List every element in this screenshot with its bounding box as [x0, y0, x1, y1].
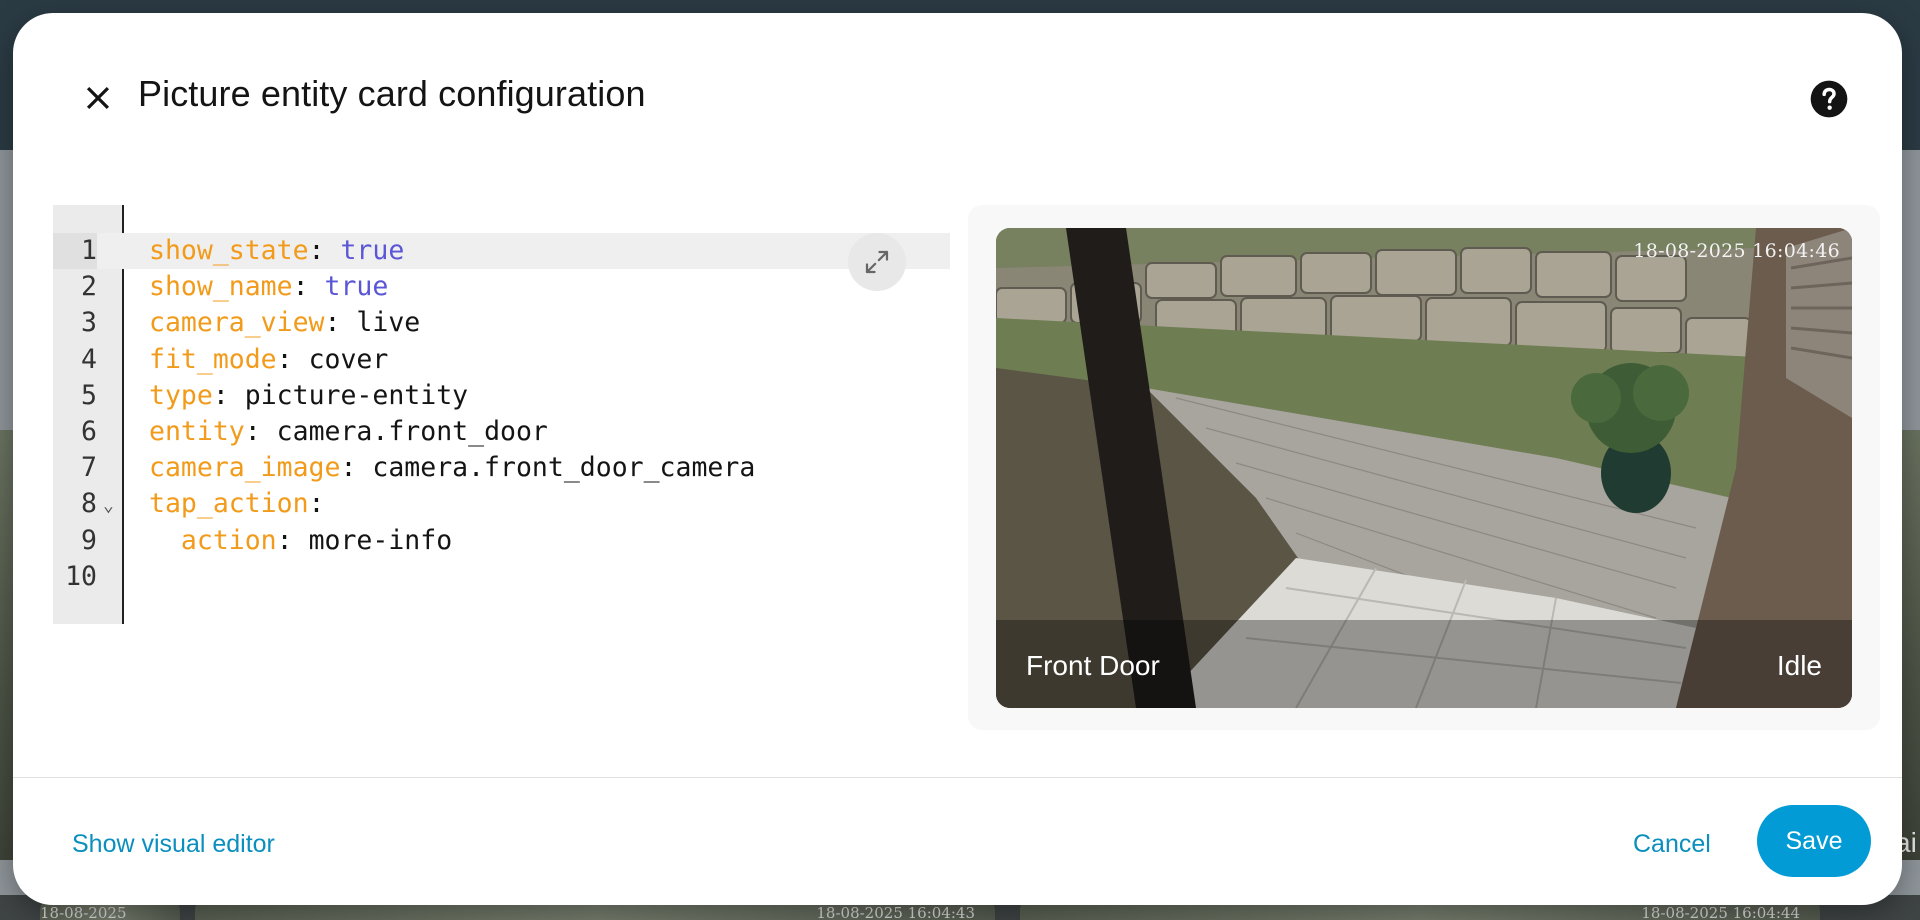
- line-number: 10: [65, 560, 97, 592]
- camera-timestamp: 18-08-2025 16:04:46: [1633, 240, 1840, 262]
- yaml-separator: :: [308, 488, 325, 520]
- picture-entity-card-preview[interactable]: 18-08-2025 16:04:46 Front Door Idle: [996, 228, 1852, 708]
- card-footer: Front Door Idle: [996, 620, 1852, 708]
- yaml-key: action: [149, 524, 277, 556]
- code-text: entity: camera.front_door: [149, 414, 548, 450]
- code-text: camera_view: live: [149, 305, 420, 341]
- thumb-timestamp: 18-08-2025 16:04:43: [816, 904, 975, 920]
- yaml-key: camera_image: [149, 452, 341, 484]
- yaml-key: type: [149, 379, 213, 411]
- yaml-key: entity: [149, 415, 245, 447]
- yaml-separator: :: [340, 452, 373, 484]
- code-line[interactable]: 3 camera_view: live: [53, 305, 950, 341]
- code-line[interactable]: 2 show_name: true: [53, 269, 950, 305]
- code-text: action: more-info: [149, 523, 452, 559]
- yaml-separator: :: [324, 307, 357, 339]
- yaml-separator: :: [276, 524, 309, 556]
- dialog-title: Picture entity card configuration: [138, 73, 646, 114]
- yaml-key: show_state: [149, 235, 309, 266]
- line-number: 5: [81, 379, 97, 411]
- code-text: fit_mode: cover: [149, 342, 388, 378]
- yaml-value: camera.front_door: [276, 415, 548, 447]
- fullscreen-editor-button[interactable]: [848, 233, 906, 291]
- line-number: 6: [81, 415, 97, 447]
- code-text: type: picture-entity: [149, 378, 468, 414]
- expand-icon: [865, 250, 889, 274]
- chevron-down-icon[interactable]: ⌄: [103, 486, 114, 526]
- yaml-separator: :: [308, 235, 341, 266]
- line-number: 2: [81, 271, 97, 303]
- line-number: 3: [81, 307, 97, 339]
- code-text: camera_image: camera.front_door_camera: [149, 450, 755, 486]
- thumb-timestamp: 18-08-2025 16:04:44: [1641, 904, 1800, 920]
- entity-name: Front Door: [1026, 650, 1160, 681]
- thumb-timestamp: 18-08-2025 16:04:44: [40, 904, 127, 920]
- yaml-key: camera_view: [149, 307, 325, 339]
- entity-state: Idle: [1776, 650, 1822, 681]
- help-button[interactable]: [1803, 73, 1855, 125]
- yaml-value: more-info: [308, 524, 453, 556]
- code-text: tap_action:: [149, 486, 325, 522]
- yaml-value: camera.front_door_camera: [372, 452, 756, 484]
- yaml-value: true: [340, 235, 405, 266]
- yaml-separator: :: [212, 379, 245, 411]
- code-text: show_state: true: [149, 233, 404, 269]
- yaml-key: fit_mode: [149, 343, 277, 375]
- help-circle-icon: [1810, 80, 1848, 118]
- line-number: 4: [81, 343, 97, 375]
- code-line[interactable]: 9 action: more-info: [53, 523, 950, 559]
- code-line[interactable]: 1 show_state: true: [53, 233, 950, 270]
- code-line[interactable]: 10: [53, 559, 950, 595]
- yaml-value: live: [356, 307, 421, 339]
- card-config-dialog: Picture entity card configuration 1 show_…: [13, 13, 1902, 905]
- code-line[interactable]: 8 ⌄ tap_action:: [53, 486, 950, 522]
- yaml-value: cover: [308, 343, 389, 375]
- code-line[interactable]: 6 entity: camera.front_door: [53, 414, 950, 450]
- yaml-key: show_name: [149, 271, 293, 303]
- code-text: show_name: true: [149, 269, 388, 305]
- close-icon: [86, 86, 110, 110]
- code-line[interactable]: 5 type: picture-entity: [53, 378, 950, 414]
- cancel-button[interactable]: Cancel: [1633, 816, 1711, 872]
- footer-divider: [13, 777, 1902, 778]
- yaml-separator: :: [276, 343, 309, 375]
- yaml-value: picture-entity: [244, 379, 469, 411]
- close-button[interactable]: [66, 66, 130, 130]
- line-number: 8: [81, 488, 97, 520]
- code-lines: 1 show_state: true 2 show_name: true 3 camera…: [53, 233, 950, 595]
- line-number: 1: [53, 233, 97, 270]
- code-line[interactable]: 7 camera_image: camera.front_door_camera: [53, 450, 950, 486]
- yaml-value: true: [324, 271, 389, 303]
- save-button[interactable]: Save: [1757, 805, 1871, 877]
- code-line[interactable]: 4 fit_mode: cover: [53, 342, 950, 378]
- yaml-separator: :: [244, 415, 277, 447]
- line-number: 7: [81, 452, 97, 484]
- yaml-code-editor[interactable]: 1 show_state: true 2 show_name: true 3 camera…: [53, 205, 950, 624]
- yaml-key: tap_action: [149, 488, 309, 520]
- yaml-separator: :: [292, 271, 325, 303]
- line-number: 9: [81, 524, 97, 556]
- show-visual-editor-button[interactable]: Show visual editor: [72, 816, 275, 872]
